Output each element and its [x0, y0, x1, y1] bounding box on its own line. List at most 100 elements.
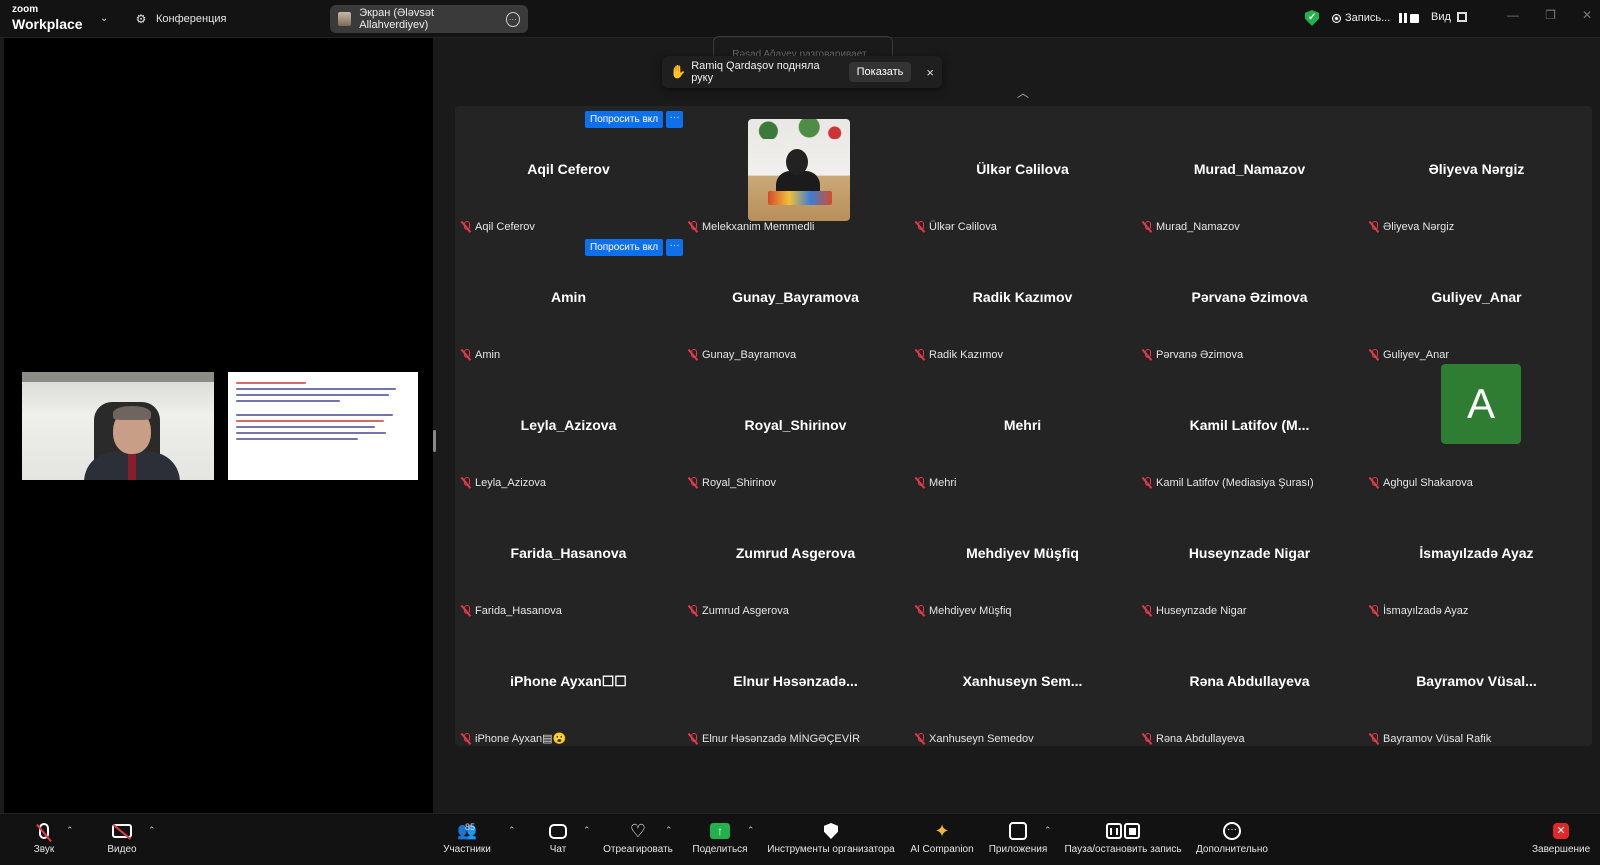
participant-tile[interactable]: Ülkər Cəlilova Ülkər Cəlilova — [909, 106, 1136, 234]
participant-name: Aghgul Shakarova — [1383, 477, 1473, 489]
participant-name: Radik Kazımov — [929, 349, 1003, 361]
tile-more-options-button[interactable]: ··· — [666, 111, 683, 128]
participant-display-name: Elnur Həsənzadə... — [733, 673, 858, 689]
tile-more-options-button[interactable]: ··· — [666, 239, 683, 256]
participant-tile[interactable]: İsmayılzadə Ayaz İsmayılzadə Ayaz — [1363, 490, 1590, 618]
participant-tile[interactable]: Royal_Shirinov Royal_Shirinov — [682, 362, 909, 490]
video-options-caret[interactable]: ⌃ — [148, 825, 156, 836]
ai-companion-button[interactable]: ✦ AI Companion — [909, 820, 975, 856]
participant-name: Əliyeva Nərgiz — [1383, 221, 1455, 233]
participant-tile[interactable]: Rəna Abdullayeva Rəna Abdullayeva — [1136, 618, 1363, 746]
show-button[interactable]: Показать — [848, 62, 912, 82]
panel-resize-handle[interactable] — [433, 430, 436, 452]
video-off-icon — [112, 824, 132, 838]
apps-button[interactable]: Приложения — [987, 820, 1049, 855]
check-icon: ✓ — [1308, 12, 1317, 23]
participants-button[interactable]: 👥 85 Участники — [441, 820, 493, 855]
mic-muted-icon — [1369, 733, 1379, 745]
close-icon[interactable]: × — [926, 65, 934, 80]
heart-icon: ♡ — [629, 820, 647, 841]
participant-name-footer: Mehri — [915, 477, 957, 489]
chevron-up-icon[interactable]: ︿ — [1015, 84, 1031, 100]
participant-display-name: Royal_Shirinov — [744, 417, 847, 433]
participant-display-name: Mehdiyev Müşfiq — [966, 545, 1079, 561]
participant-tile[interactable]: Bayramov Vüsal... Bayramov Vüsal Rafik — [1363, 618, 1590, 746]
presenter-avatar — [338, 12, 352, 26]
view-button[interactable]: Вид — [1431, 11, 1467, 23]
react-button[interactable]: ♡ Отреагировать — [603, 820, 673, 856]
participant-display-name: Huseynzade Nigar — [1188, 545, 1311, 561]
zoom-logo[interactable]: zoom Workplace — [12, 5, 83, 32]
participant-tile[interactable]: Xanhuseyn Sem... Xanhuseyn Semedov — [909, 618, 1136, 746]
record-dot-icon — [1333, 14, 1340, 22]
mic-muted-icon — [915, 221, 925, 233]
participant-tile[interactable]: Mehdiyev Müşfiq Mehdiyev Müşfiq — [909, 490, 1136, 618]
ai-companion-label: AI Companion — [910, 844, 974, 855]
mic-muted-icon — [1142, 733, 1152, 745]
stop-record-icon[interactable] — [1410, 14, 1420, 23]
recording-indicator[interactable]: Запись... — [1333, 12, 1420, 24]
participant-name: Pərvanə Əzimova — [1156, 349, 1244, 361]
react-options-caret[interactable]: ⌃ — [665, 825, 673, 836]
participants-options-caret[interactable]: ⌃ — [508, 825, 516, 836]
pause-record-icon[interactable] — [1399, 13, 1408, 23]
close-window-icon[interactable]: ✕ — [1582, 8, 1592, 22]
screen-share-tab[interactable]: Экран (Ələvsət Allahverdiyev) ··· — [330, 5, 528, 33]
participant-tile[interactable]: iPhone Ayxan☐☐ iPhone Ayxan▤😮 — [455, 618, 682, 746]
participant-tile[interactable]: Pərvanə Əzimova Pərvanə Əzimova — [1136, 234, 1363, 362]
participant-tile[interactable]: Kamil Latifov (M... Kamil Latifov (Medias… — [1136, 362, 1363, 490]
participant-tile[interactable]: Əliyeva Nərgiz Əliyeva Nərgiz — [1363, 106, 1590, 234]
participant-name: Mehdiyev Müşfiq — [929, 605, 1012, 617]
shared-slide-thumbnail[interactable] — [228, 372, 418, 480]
share-button[interactable]: ↑ Поделиться — [692, 820, 748, 855]
participant-tile[interactable]: Guliyev_Anar Guliyev_Anar — [1363, 234, 1590, 362]
react-label: Отреагировать — [603, 844, 673, 855]
video-button[interactable]: Видео — [104, 820, 140, 855]
more-options-icon[interactable]: ··· — [505, 11, 520, 27]
grid-view-icon — [1456, 12, 1467, 22]
share-options-caret[interactable]: ⌃ — [747, 825, 755, 836]
participant-tile[interactable]: Melekxanim Memmedli — [682, 106, 909, 234]
participants-label: Участники — [443, 844, 491, 855]
participant-tile[interactable]: Elnur Həsənzadə... Elnur Həsənzadə MİNGƏÇ… — [682, 618, 909, 746]
screen-tab-label: Экран (Ələvsət Allahverdiyev) — [359, 7, 435, 31]
participant-name: Ülkər Cəlilova — [929, 221, 997, 233]
chat-button[interactable]: Чат — [546, 820, 570, 855]
participant-tile[interactable]: Radik Kazımov Radik Kazımov — [909, 234, 1136, 362]
audio-button[interactable]: Звук — [30, 820, 58, 855]
participant-display-name: Pərvanə Əzimova — [1191, 289, 1308, 305]
chat-options-caret[interactable]: ⌃ — [583, 825, 591, 836]
participant-name-footer: Amin — [461, 349, 500, 361]
participant-name-footer: Melekxanim Memmedli — [688, 221, 814, 233]
audio-options-caret[interactable]: ⌃ — [66, 825, 74, 836]
host-shield-icon — [824, 823, 838, 839]
participant-display-name: Kamil Latifov (M... — [1189, 417, 1310, 433]
participant-tile[interactable]: Gunay_Bayramova Gunay_Bayramova — [682, 234, 909, 362]
participant-name: Bayramov Vüsal Rafik — [1383, 733, 1492, 745]
raise-hand-notification: ✋ Ramiq Qardaşov подняла руку Показать × — [662, 56, 942, 88]
minimize-icon[interactable]: — — [1507, 8, 1519, 22]
pause-stop-record-button[interactable]: Пауза/остановить запись — [1062, 820, 1184, 855]
chevron-down-icon[interactable]: ⌄ — [100, 13, 108, 24]
participant-tile[interactable]: Amin Попросить вкл ··· Amin — [455, 234, 683, 362]
participant-tile[interactable]: Leyla_Azizova Leyla_Azizova — [455, 362, 682, 490]
participant-tile[interactable]: A Aghgul Shakarova — [1363, 362, 1590, 490]
participant-tile[interactable]: Mehri Mehri — [909, 362, 1136, 490]
end-meeting-button[interactable]: ✕ Завершение — [1532, 820, 1590, 855]
host-tools-button[interactable]: Инструменты организатора — [766, 820, 896, 855]
participant-tile[interactable]: Aqil Ceferov Попросить вкл ··· Aqil Ceferov — [455, 106, 683, 234]
maximize-icon[interactable]: ❐ — [1545, 8, 1556, 22]
participant-display-name: Leyla_Azizova — [520, 417, 617, 433]
presenter-video[interactable] — [22, 372, 214, 480]
ask-to-unmute-button[interactable]: Попросить вкл — [585, 111, 664, 128]
participant-tile[interactable]: Farida_Hasanova Farida_Hasanova — [455, 490, 682, 618]
more-button[interactable]: ··· Дополнительно — [1195, 820, 1269, 855]
participant-tile[interactable]: Zumrud Asgerova Zumrud Asgerova — [682, 490, 909, 618]
ask-to-unmute-button[interactable]: Попросить вкл — [585, 239, 664, 256]
raised-hand-icon: ✋ — [670, 64, 687, 79]
mic-muted-icon — [915, 477, 925, 489]
meeting-info-tab[interactable]: ⚙ Конференция — [134, 10, 227, 28]
apps-options-caret[interactable]: ⌃ — [1044, 825, 1052, 836]
participant-tile[interactable]: Huseynzade Nigar Huseynzade Nigar — [1136, 490, 1363, 618]
participant-tile[interactable]: Murad_Namazov Murad_Namazov — [1136, 106, 1363, 234]
